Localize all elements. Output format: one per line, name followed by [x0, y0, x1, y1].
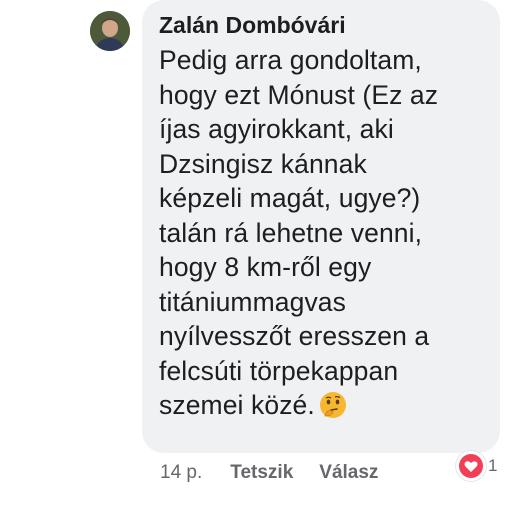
comment-text: Pedig arra gondoltam, hogy ezt Mónust (E… [159, 43, 484, 423]
like-button[interactable]: Tetszik [230, 462, 293, 484]
comment-bubble: Zalán Dombóvári Pedig arra gondoltam, ho… [142, 0, 500, 453]
comment-text-content: Pedig arra gondoltam, hogy ezt Mónust (E… [159, 45, 439, 420]
avatar[interactable] [90, 11, 130, 51]
thinking-face-icon [319, 391, 347, 419]
reaction-count: 1 [488, 456, 498, 475]
comment-author[interactable]: Zalán Dombóvári [159, 12, 484, 38]
comment-timestamp[interactable]: 14 p. [160, 462, 202, 484]
reaction-summary[interactable]: 1 [456, 451, 497, 481]
comment-actions: 14 p. Tetszik Válasz [160, 460, 378, 486]
heart-reaction [456, 451, 486, 481]
heart-icon [459, 454, 483, 478]
reply-button[interactable]: Válasz [319, 462, 378, 484]
